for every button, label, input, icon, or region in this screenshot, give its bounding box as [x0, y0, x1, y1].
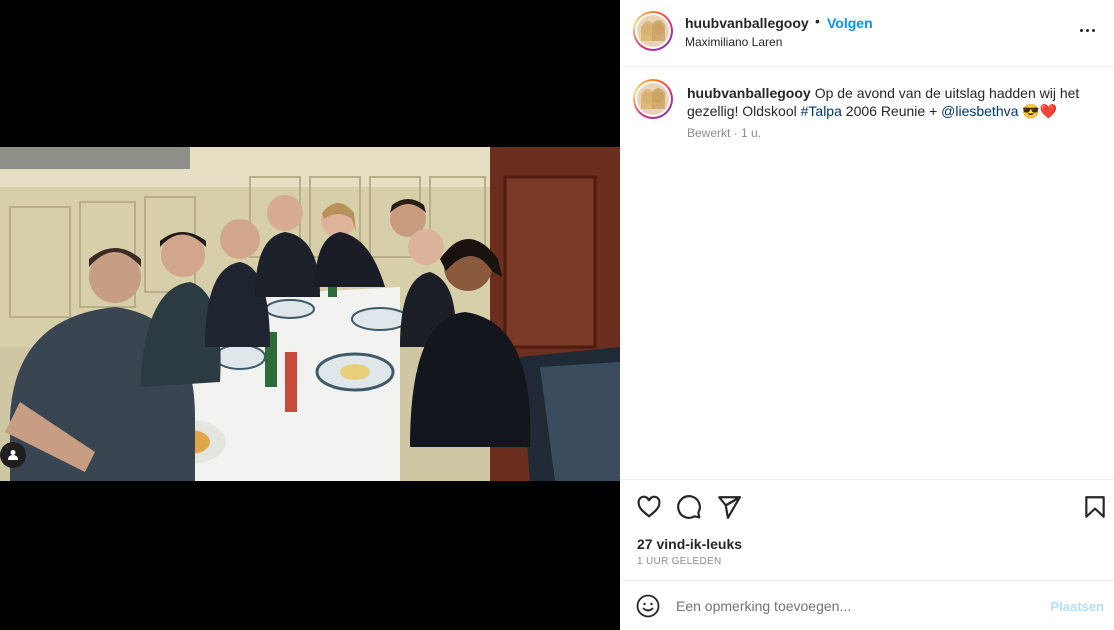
comment-icon[interactable] — [676, 494, 702, 520]
location-link[interactable]: Maximiliano Laren — [685, 35, 782, 49]
more-icon[interactable] — [1080, 20, 1100, 40]
separator-dot: • — [815, 13, 820, 29]
post-comment-button[interactable]: Plaatsen — [1051, 599, 1104, 614]
post-header: huubvanballegooy • Volgen Maximiliano La… — [620, 0, 1114, 67]
mention-link[interactable]: @liesbethva — [941, 103, 1018, 119]
caption-text: huubvanballegooy Op de avond van de uitsl… — [687, 84, 1097, 120]
emoji-icon[interactable] — [636, 594, 660, 618]
bookmark-icon[interactable] — [1082, 494, 1108, 520]
post-photo[interactable] — [0, 147, 620, 481]
actions-bar: 27 vind-ik-leuks 1 UUR GELEDEN — [620, 479, 1114, 580]
caption-avatar[interactable] — [633, 79, 673, 119]
like-count[interactable]: 27 vind-ik-leuks — [637, 536, 742, 552]
hashtag-link[interactable]: #Talpa — [801, 103, 842, 119]
comment-input[interactable] — [676, 593, 1036, 619]
caption-username[interactable]: huubvanballegooy — [687, 85, 811, 101]
avatar[interactable] — [633, 11, 673, 51]
caption-emoji: 😎❤️ — [1022, 103, 1058, 119]
post-time[interactable]: 1 UUR GELEDEN — [637, 556, 721, 567]
user-tag-icon[interactable] — [0, 442, 26, 468]
post-media-pane — [0, 0, 620, 630]
caption-body-middle: 2006 Reunie + — [841, 103, 942, 119]
username-link[interactable]: huubvanballegooy — [685, 15, 809, 31]
post-sidebar: huubvanballegooy • Volgen Maximiliano La… — [620, 0, 1114, 630]
heart-icon[interactable] — [636, 494, 662, 520]
edited-timestamp: Bewerkt · 1 u. — [687, 126, 762, 140]
comment-bar: Plaatsen — [620, 580, 1114, 630]
send-icon[interactable] — [716, 494, 742, 520]
follow-button[interactable]: Volgen — [827, 15, 873, 31]
